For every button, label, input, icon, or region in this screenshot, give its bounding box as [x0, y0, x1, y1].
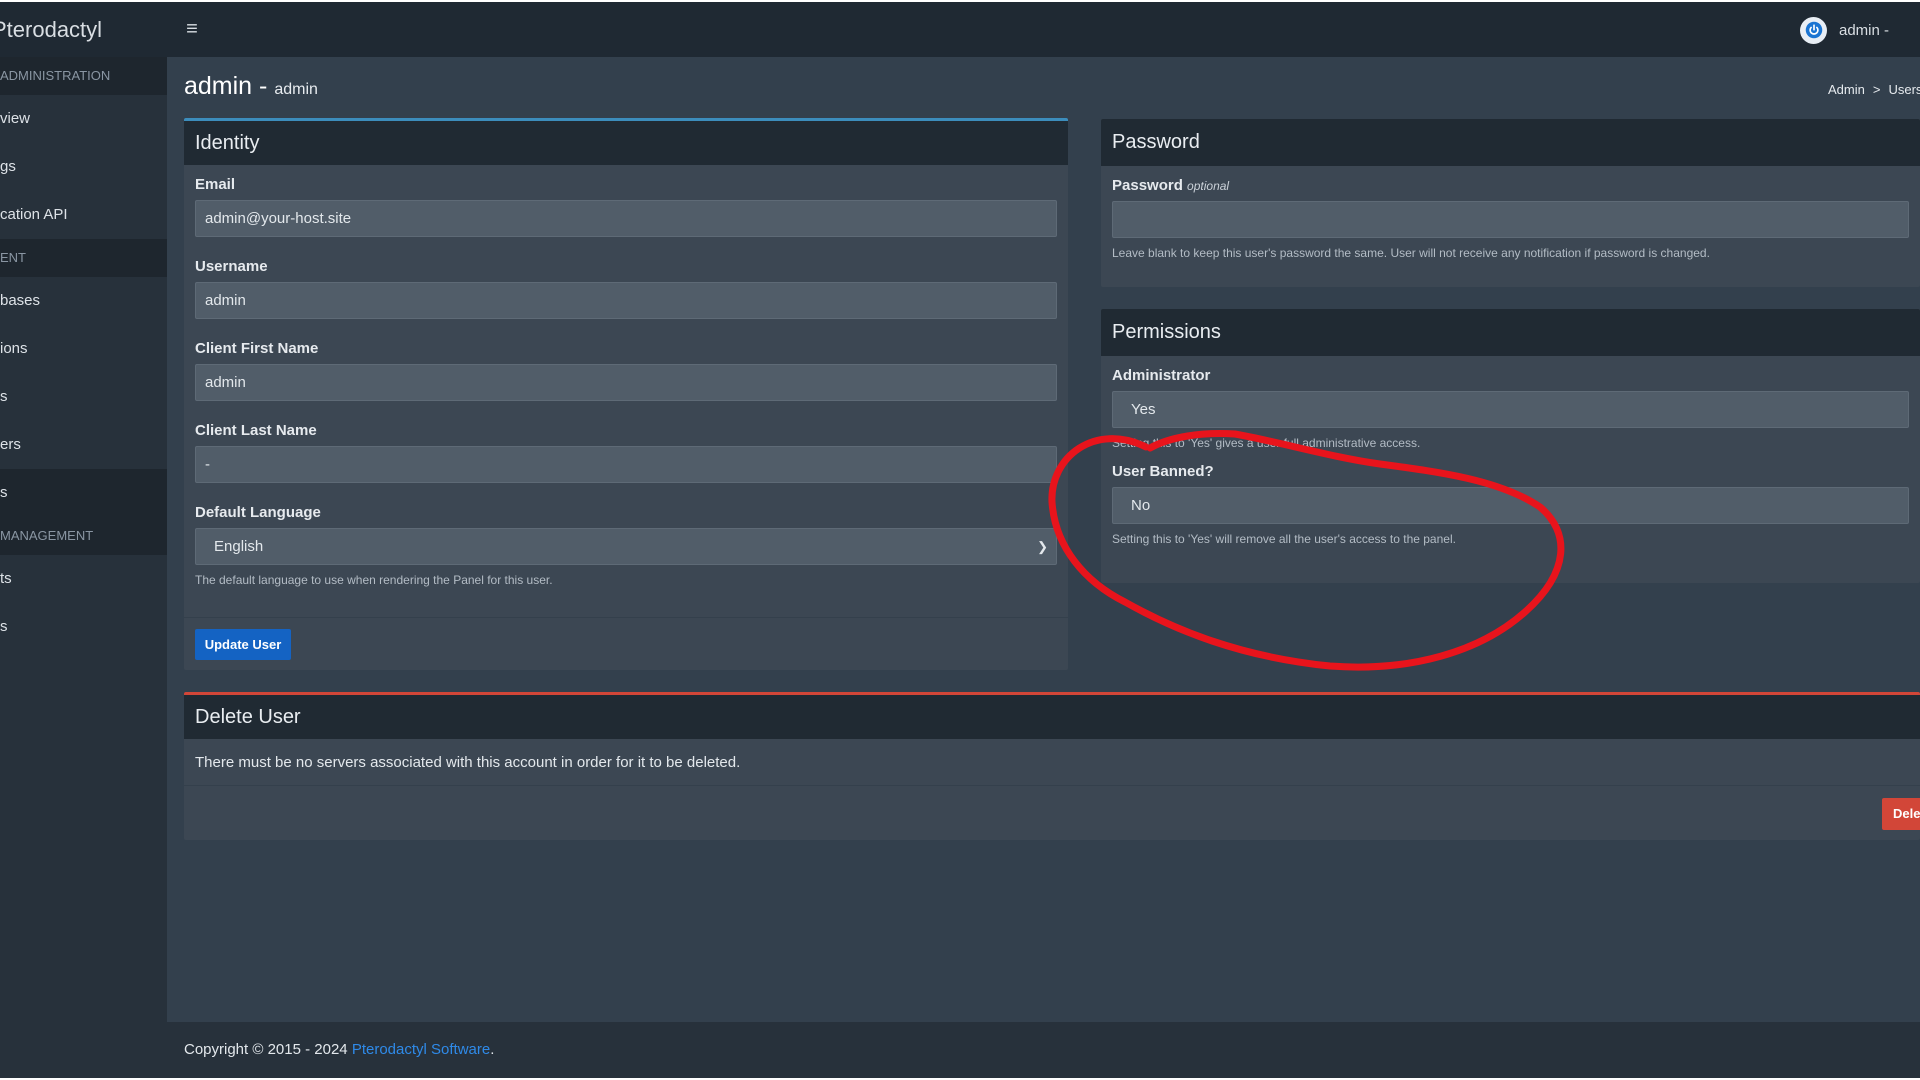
delete-user-box: Delete User There must be no servers ass…: [184, 692, 1920, 840]
update-user-button[interactable]: Update User: [195, 629, 291, 660]
footer-suffix: .: [490, 1041, 495, 1058]
sidebar-item-databases[interactable]: bases: [0, 277, 167, 325]
user-banned-select[interactable]: No: [1112, 487, 1909, 524]
sidebar-header-management: ENT: [0, 239, 167, 277]
power-icon: [1800, 16, 1827, 44]
page-title-separator: -: [259, 72, 268, 100]
password-label-text: Password: [1112, 177, 1183, 194]
sidebar-header-service-management: MANAGEMENT: [0, 517, 167, 555]
administrator-select[interactable]: Yes: [1112, 391, 1909, 428]
language-help: The default language to use when renderi…: [195, 573, 553, 587]
user-menu[interactable]: admin -: [1800, 16, 1889, 44]
delete-user-box-title: Delete User: [184, 695, 1920, 739]
sidebar-item-settings[interactable]: gs: [0, 143, 167, 191]
delete-user-button[interactable]: Delete: [1882, 798, 1920, 830]
password-field[interactable]: [1112, 201, 1909, 238]
footer-link[interactable]: Pterodactyl Software: [352, 1041, 490, 1058]
permissions-box: Permissions Administrator Yes Setting th…: [1101, 309, 1920, 583]
administrator-help: Setting this to 'Yes' gives a user full …: [1112, 436, 1421, 450]
password-optional-tag: optional: [1187, 179, 1230, 193]
footer: Copyright © 2015 - 2024 Pterodactyl Soft…: [167, 1022, 1920, 1078]
breadcrumb-users[interactable]: Users: [1888, 82, 1920, 97]
language-select-value: English: [214, 538, 264, 555]
identity-box: Identity Email admin@your-host.site User…: [184, 118, 1068, 670]
brand-logo[interactable]: Pterodactyl: [0, 2, 167, 57]
administrator-label: Administrator: [1112, 367, 1211, 384]
language-select[interactable]: English ❯: [195, 528, 1057, 565]
hamburger-icon[interactable]: ≡: [181, 18, 203, 40]
sidebar-item-mounts[interactable]: ts: [0, 555, 167, 603]
password-label: Password optional: [1112, 177, 1909, 194]
username-field[interactable]: admin: [195, 282, 1057, 319]
identity-box-footer: Update User: [184, 617, 1068, 670]
sidebar-item-nodes[interactable]: s: [0, 373, 167, 421]
top-navbar: Pterodactyl ≡ admin -: [0, 2, 1920, 57]
sidebar-header-administration: ADMINISTRATION: [0, 57, 167, 95]
app-window: Pterodactyl ≡ admin - ADMINISTRATION vie…: [0, 2, 1920, 1078]
password-box: Password Password optional Leave blank t…: [1101, 119, 1920, 287]
first-name-label: Client First Name: [195, 340, 319, 357]
language-label: Default Language: [195, 504, 321, 521]
breadcrumb-admin[interactable]: Admin: [1828, 82, 1865, 97]
content-header: admin - admin Admin > Users: [184, 72, 1920, 102]
username-label: Username: [195, 258, 268, 275]
password-box-title: Password: [1101, 119, 1920, 166]
page-subtitle: admin: [274, 81, 318, 98]
last-name-field[interactable]: -: [195, 446, 1057, 483]
password-help: Leave blank to keep this user's password…: [1112, 246, 1710, 260]
footer-copyright: Copyright © 2015 - 2024: [184, 1041, 348, 1058]
sidebar-item-users[interactable]: s: [0, 469, 167, 517]
breadcrumb: Admin > Users: [1828, 82, 1920, 97]
sidebar-item-application-api[interactable]: cation API: [0, 191, 167, 239]
page-title-text: admin: [184, 72, 253, 100]
sidebar-item-nests[interactable]: s: [0, 603, 167, 651]
identity-box-title: Identity: [184, 121, 1068, 165]
breadcrumb-separator: >: [1872, 82, 1881, 97]
email-label: Email: [195, 176, 236, 193]
chevron-down-icon: ❯: [1037, 539, 1048, 554]
sidebar-item-overview[interactable]: view: [0, 95, 167, 143]
user-banned-help: Setting this to 'Yes' will remove all th…: [1112, 532, 1456, 546]
user-name: admin -: [1839, 21, 1890, 39]
last-name-label: Client Last Name: [195, 422, 317, 439]
permissions-box-title: Permissions: [1101, 309, 1920, 356]
email-field[interactable]: admin@your-host.site: [195, 200, 1057, 237]
delete-user-message: There must be no servers associated with…: [184, 739, 1920, 786]
sidebar-item-servers[interactable]: ers: [0, 421, 167, 469]
sidebar: ADMINISTRATION view gs cation API ENT ba…: [0, 57, 167, 1078]
first-name-field[interactable]: admin: [195, 364, 1057, 401]
user-banned-label: User Banned?: [1112, 463, 1214, 480]
page-title: admin - admin: [184, 72, 1920, 101]
sidebar-item-locations[interactable]: ions: [0, 325, 167, 373]
